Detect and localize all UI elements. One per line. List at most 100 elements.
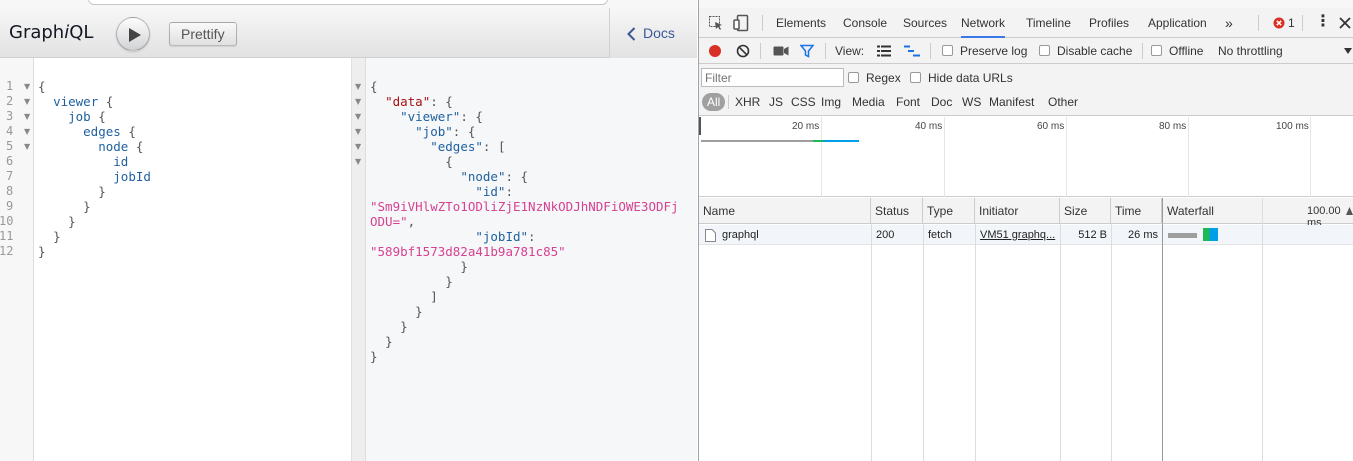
fold-arrow-icon[interactable]: ▼	[24, 142, 30, 151]
hide-data-urls-checkbox[interactable]	[910, 72, 921, 83]
filter-type-js[interactable]: JS	[769, 93, 783, 111]
query-gutter: 1 ▼ 2 ▼ 3 ▼ 4 ▼ 5 ▼ 6 7 8 9 10 11 12	[0, 58, 34, 461]
tab-elements[interactable]: Elements	[776, 8, 826, 38]
line-number: 12	[0, 244, 14, 258]
fold-arrow-icon[interactable]: ▼	[355, 142, 361, 151]
tab-network[interactable]: Network	[961, 8, 1006, 38]
overview-waiting-bar	[701, 140, 813, 142]
overview-tick: 80 ms	[1159, 121, 1187, 132]
fold-arrow-icon[interactable]: ▼	[355, 127, 361, 136]
column-header-time[interactable]: Time	[1111, 198, 1162, 224]
clear-icon[interactable]	[736, 44, 750, 58]
waterfall-view-icon[interactable]	[904, 45, 920, 57]
query-editor[interactable]: 1 ▼ 2 ▼ 3 ▼ 4 ▼ 5 ▼ 6 7 8 9 10 11 12 { v…	[0, 58, 351, 461]
column-line	[1111, 224, 1112, 461]
docs-label: Docs	[643, 25, 675, 41]
regex-checkbox[interactable]	[848, 72, 859, 83]
overview-tick: 40 ms	[915, 121, 943, 132]
offline-label: Offline	[1169, 44, 1204, 58]
offline-checkbox[interactable]	[1151, 45, 1162, 56]
field-node: node	[98, 139, 129, 154]
result-viewer[interactable]: ▼ ▼ ▼ ▼ ▼ ▼ { "data": { "viewer": { "job…	[351, 58, 697, 461]
line-number: 4	[6, 124, 14, 138]
filter-type-media[interactable]: Media	[852, 93, 885, 111]
record-icon[interactable]	[708, 44, 722, 58]
fold-arrow-icon[interactable]: ▼	[355, 157, 361, 166]
field-job: job	[68, 109, 91, 124]
request-status: 200	[876, 229, 895, 241]
filter-type-ws[interactable]: WS	[962, 93, 981, 111]
request-initiator-link[interactable]: VM51 graphq...	[980, 225, 1058, 245]
overview-start-marker	[699, 117, 701, 135]
camera-icon[interactable]	[773, 45, 789, 57]
fold-arrow-icon[interactable]: ▼	[24, 112, 30, 121]
column-line	[1060, 224, 1061, 461]
tab-application[interactable]: Application	[1148, 8, 1207, 38]
filter-type-all[interactable]: All	[702, 93, 726, 111]
column-header-size[interactable]: Size	[1060, 198, 1111, 224]
column-header-status[interactable]: Status	[871, 198, 923, 224]
filter-input[interactable]	[701, 68, 844, 87]
column-header-name[interactable]: Name	[699, 198, 871, 224]
tab-console[interactable]: Console	[843, 8, 887, 38]
line-number: 10	[0, 214, 14, 228]
preserve-log-checkbox[interactable]	[942, 45, 953, 56]
browser-strip	[0, 0, 697, 8]
filter-type-other[interactable]: Other	[1048, 93, 1078, 111]
result-code: { "data": { "viewer": { "job": { "edges"…	[370, 79, 679, 364]
field-jobid: jobId	[113, 169, 151, 184]
tab-sources[interactable]: Sources	[903, 8, 947, 38]
table-row[interactable]: graphql 200 fetch VM51 graphq... 512 B 2…	[699, 225, 1353, 245]
graphiql-logo: GraphiQL	[9, 22, 94, 43]
tab-timeline[interactable]: Timeline	[1026, 8, 1071, 38]
key-jobid: "jobId"	[475, 229, 529, 244]
separator	[825, 43, 826, 59]
line-number: 9	[6, 199, 14, 213]
overview-gridline	[1066, 117, 1067, 197]
result-gutter: ▼ ▼ ▼ ▼ ▼ ▼	[352, 58, 366, 461]
more-tabs-button[interactable]: »	[1225, 8, 1233, 38]
tab-profiles[interactable]: Profiles	[1089, 8, 1129, 38]
list-view-icon[interactable]	[877, 45, 891, 57]
fold-arrow-icon[interactable]: ▼	[24, 127, 30, 136]
filter-type-xhr[interactable]: XHR	[735, 93, 760, 111]
kebab-menu-icon[interactable]: ⋮	[1315, 8, 1331, 38]
filter-type-doc[interactable]: Doc	[931, 93, 952, 111]
key-edges: "edges"	[430, 139, 483, 154]
fold-arrow-icon[interactable]: ▼	[24, 97, 30, 106]
column-header-type[interactable]: Type	[923, 198, 975, 224]
filter-icon[interactable]	[800, 44, 814, 58]
execute-query-button[interactable]	[116, 17, 150, 51]
view-label: View:	[835, 44, 865, 58]
dropdown-arrow-icon[interactable]	[1344, 48, 1352, 54]
throttling-select[interactable]: No throttling	[1218, 44, 1283, 58]
prettify-button[interactable]: Prettify	[169, 22, 237, 46]
filter-type-img[interactable]: Img	[821, 93, 841, 111]
separator	[930, 43, 931, 59]
field-edges: edges	[83, 124, 121, 139]
disable-cache-checkbox[interactable]	[1039, 45, 1050, 56]
column-header-initiator[interactable]: Initiator	[975, 198, 1060, 224]
network-filter-bar: Regex Hide data URLs All XHR JS CSS Img …	[699, 64, 1353, 116]
address-bar[interactable]	[88, 0, 608, 5]
fold-arrow-icon[interactable]: ▼	[355, 82, 361, 91]
device-toolbar-icon[interactable]	[733, 14, 749, 32]
filter-type-manifest[interactable]: Manifest	[989, 93, 1034, 111]
inspect-element-icon[interactable]	[708, 15, 724, 31]
preserve-log-label: Preserve log	[960, 44, 1028, 58]
filter-type-font[interactable]: Font	[896, 93, 920, 111]
fold-arrow-icon[interactable]: ▼	[355, 112, 361, 121]
line-number: 2	[6, 94, 14, 108]
key-id: "id"	[475, 184, 506, 199]
error-count[interactable]: 1	[1288, 8, 1295, 38]
network-overview[interactable]: 20 ms 40 ms 60 ms 80 ms 100 ms	[699, 117, 1353, 197]
sort-arrow-icon[interactable]	[1346, 207, 1353, 215]
filter-type-css[interactable]: CSS	[791, 93, 816, 111]
fold-arrow-icon[interactable]: ▼	[24, 82, 30, 91]
request-name[interactable]: graphql	[722, 225, 867, 245]
docs-button[interactable]: Docs	[609, 8, 697, 58]
separator	[762, 15, 763, 31]
close-icon[interactable]	[1339, 17, 1351, 29]
fold-arrow-icon[interactable]: ▼	[355, 97, 361, 106]
error-icon[interactable]	[1273, 17, 1285, 29]
